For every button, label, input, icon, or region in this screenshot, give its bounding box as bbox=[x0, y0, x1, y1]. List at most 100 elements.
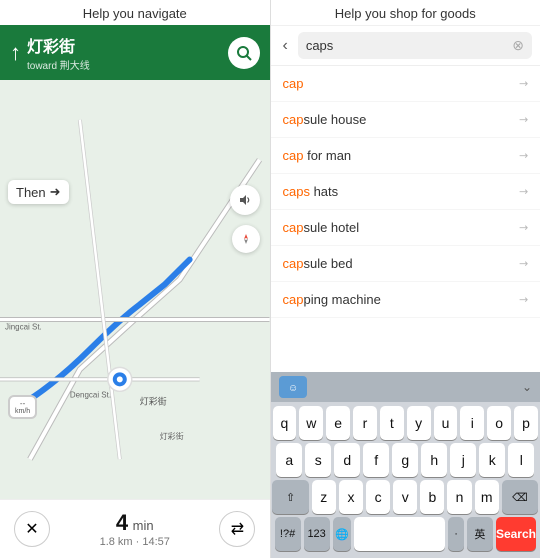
kb-toolbar-left: ☺ bbox=[279, 376, 307, 398]
nav-bottom-bar: ✕ 4 min 1.8 km · 14:57 ⇄ bbox=[0, 499, 270, 558]
key-f[interactable]: f bbox=[363, 443, 389, 477]
suggestion-item[interactable]: caps hats ↗ bbox=[271, 174, 540, 210]
key-english[interactable]: 英 bbox=[467, 517, 493, 551]
suggestion-text: capsule bed bbox=[283, 256, 353, 271]
suggestion-text: capsule house bbox=[283, 112, 367, 127]
key-symbols[interactable]: !?# bbox=[275, 517, 301, 551]
nav-time-value: 4 bbox=[116, 510, 128, 535]
suggestion-arrow-icon: ↗ bbox=[516, 292, 532, 308]
key-x[interactable]: x bbox=[339, 480, 363, 514]
nav-header: Help you navigate bbox=[0, 0, 270, 25]
sound-icon bbox=[238, 193, 252, 207]
suggestion-item[interactable]: cap for man ↗ bbox=[271, 138, 540, 174]
suggestion-arrow-icon: ↗ bbox=[516, 112, 532, 128]
suggestion-text: capping machine bbox=[283, 292, 381, 307]
search-bar: ‹ caps ⊗ bbox=[271, 26, 540, 66]
key-numbers[interactable]: 123 bbox=[304, 517, 330, 551]
compass-button[interactable] bbox=[232, 225, 260, 253]
key-c[interactable]: c bbox=[366, 480, 390, 514]
keyboard-collapse-button[interactable]: ⌄ bbox=[522, 380, 532, 394]
key-t[interactable]: t bbox=[380, 406, 404, 440]
svg-text:☺: ☺ bbox=[288, 383, 298, 394]
key-u[interactable]: u bbox=[434, 406, 458, 440]
key-i[interactable]: i bbox=[460, 406, 484, 440]
nav-time-display: 4 min bbox=[100, 510, 170, 536]
key-r[interactable]: r bbox=[353, 406, 377, 440]
suggestion-text: caps hats bbox=[283, 184, 339, 199]
compass-icon bbox=[239, 232, 253, 246]
suggestion-arrow-icon: ↗ bbox=[516, 148, 532, 164]
route-icon: ⇄ bbox=[231, 519, 244, 539]
key-v[interactable]: v bbox=[393, 480, 417, 514]
suggestion-item[interactable]: capsule house ↗ bbox=[271, 102, 540, 138]
suggestion-item[interactable]: capping machine ↗ bbox=[271, 282, 540, 318]
nav-instruction-bar: ↑ 灯彩街 toward 荆大线 bbox=[0, 25, 270, 80]
map-svg: 灯彩街 Jingcai St. Dengcai St. 灯彩街 bbox=[0, 80, 270, 499]
key-dot[interactable]: · bbox=[448, 517, 464, 551]
nav-route-button[interactable]: ⇄ bbox=[219, 511, 255, 547]
key-a[interactable]: a bbox=[276, 443, 302, 477]
key-n[interactable]: n bbox=[447, 480, 471, 514]
key-j[interactable]: j bbox=[450, 443, 476, 477]
nav-header-title: Help you navigate bbox=[83, 6, 187, 21]
emoji-toolbar-button[interactable]: ☺ bbox=[279, 376, 307, 398]
key-z[interactable]: z bbox=[312, 480, 336, 514]
svg-text:灯彩街: 灯彩街 bbox=[140, 395, 167, 406]
svg-text:Dengcai St.: Dengcai St. bbox=[70, 390, 111, 399]
search-icon bbox=[236, 45, 252, 61]
suggestion-item[interactable]: capsule bed ↗ bbox=[271, 246, 540, 282]
keyboard-row-1: q w e r t y u i o p bbox=[273, 406, 539, 440]
keyboard-row-3: ⇧ z x c v b n m ⌫ bbox=[273, 480, 539, 514]
key-e[interactable]: e bbox=[326, 406, 350, 440]
search-input-wrap[interactable]: caps ⊗ bbox=[298, 32, 532, 59]
smiley-icon: ☺ bbox=[285, 380, 301, 394]
suggestion-text: cap for man bbox=[283, 148, 352, 163]
svg-text:Jingcai St.: Jingcai St. bbox=[5, 322, 42, 331]
suggestion-item[interactable]: cap ↗ bbox=[271, 66, 540, 102]
then-label: Then bbox=[16, 185, 46, 200]
suggestion-arrow-icon: ↗ bbox=[516, 220, 532, 236]
back-button[interactable]: ‹ bbox=[279, 33, 292, 59]
nav-street-name: 灯彩街 bbox=[27, 33, 90, 57]
key-backspace[interactable]: ⌫ bbox=[502, 480, 538, 514]
key-k[interactable]: k bbox=[479, 443, 505, 477]
nav-instruction-left: ↑ 灯彩街 toward 荆大线 bbox=[10, 33, 90, 72]
nav-up-arrow-icon: ↑ bbox=[10, 42, 21, 64]
key-b[interactable]: b bbox=[420, 480, 444, 514]
nav-search-button[interactable] bbox=[228, 37, 260, 69]
keyboard-area: ☺ ⌄ q w e r t y u i o p a bbox=[271, 372, 540, 558]
key-shift[interactable]: ⇧ bbox=[272, 480, 308, 514]
key-space[interactable] bbox=[354, 517, 445, 551]
nav-time-unit: min bbox=[133, 518, 154, 533]
key-o[interactable]: o bbox=[487, 406, 511, 440]
svg-text:灯彩街: 灯彩街 bbox=[160, 431, 184, 441]
key-w[interactable]: w bbox=[299, 406, 323, 440]
key-p[interactable]: p bbox=[514, 406, 538, 440]
keyboard-toolbar: ☺ ⌄ bbox=[271, 372, 540, 402]
key-m[interactable]: m bbox=[475, 480, 499, 514]
key-l[interactable]: l bbox=[508, 443, 534, 477]
key-search[interactable]: Search bbox=[496, 517, 536, 551]
search-clear-button[interactable]: ⊗ bbox=[512, 37, 524, 54]
key-emoji[interactable]: 🌐 bbox=[333, 517, 351, 551]
shopping-header: Help you shop for goods bbox=[271, 0, 540, 26]
suggestion-arrow-icon: ↗ bbox=[516, 256, 532, 272]
key-q[interactable]: q bbox=[273, 406, 297, 440]
map-area[interactable]: 灯彩街 Jingcai St. Dengcai St. 灯彩街 Then ➜ -… bbox=[0, 80, 270, 499]
shopping-header-title: Help you shop for goods bbox=[335, 6, 476, 21]
keyboard-bottom-row: !?# 123 🌐 · 英 Search bbox=[273, 517, 539, 554]
keyboard-row-2: a s d f g h j k l bbox=[273, 443, 539, 477]
keyboard-rows: q w e r t y u i o p a s d f g h j k bbox=[271, 402, 540, 556]
navigation-panel: Help you navigate ↑ 灯彩街 toward 荆大线 bbox=[0, 0, 270, 558]
nav-dist-time: 1.8 km · 14:57 bbox=[100, 536, 170, 548]
sound-button[interactable] bbox=[230, 185, 260, 215]
key-y[interactable]: y bbox=[407, 406, 431, 440]
nav-cancel-button[interactable]: ✕ bbox=[14, 511, 50, 547]
key-d[interactable]: d bbox=[334, 443, 360, 477]
key-s[interactable]: s bbox=[305, 443, 331, 477]
suggestion-item[interactable]: capsule hotel ↗ bbox=[271, 210, 540, 246]
speed-unit: km/h bbox=[15, 408, 30, 415]
shopping-panel: Help you shop for goods ‹ caps ⊗ cap ↗ c… bbox=[271, 0, 540, 558]
key-g[interactable]: g bbox=[392, 443, 418, 477]
key-h[interactable]: h bbox=[421, 443, 447, 477]
